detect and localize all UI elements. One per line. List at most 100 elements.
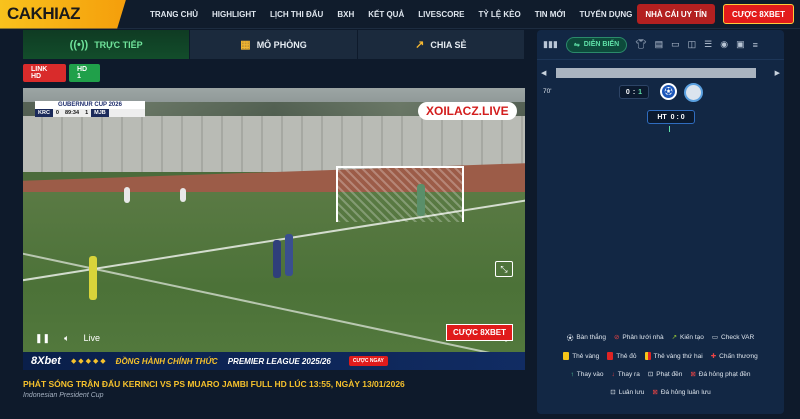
table-icon[interactable]: ▤ — [655, 39, 664, 50]
tab-chia-se[interactable]: ↗ CHIA SẺ — [357, 30, 525, 59]
tab-label: TRỰC TIẾP — [94, 39, 143, 50]
cuoc-8xbet-video-button[interactable]: CƯỢC 8XBET — [445, 324, 513, 341]
legend-label: Chấn thương — [719, 352, 758, 360]
tab-dien-bien[interactable]: ⇋ DIỄN BIẾN — [565, 36, 628, 53]
penalty-icon: ⊡ — [647, 371, 654, 378]
legend-var: ▭ Check VAR — [712, 332, 754, 342]
tab-mo-phong[interactable]: ▦ MÔ PHỎNG — [190, 30, 358, 59]
goal-net — [336, 166, 464, 222]
event-legend: ⚽︎ Bàn thắng ⊘ Phản lưới nhà ↗ Kiến tạo ▭ Ch… — [537, 332, 784, 406]
nav-bxh[interactable]: BXH — [337, 10, 354, 19]
legend-penalty: ⊡ Phạt đền — [647, 370, 683, 379]
legend-goal: ⚽︎ Bàn thắng — [566, 332, 606, 343]
halftime-score: HT 0 : 0 — [647, 110, 695, 124]
video-player[interactable]: GUBERNUR CUP 2026 KRC 0 89:34 1 MJB XOIL… — [23, 88, 525, 370]
legend-injury: ✚ Chấn thương — [710, 352, 758, 361]
h2h-icon[interactable]: ◫ — [688, 39, 697, 50]
tab-label: DIỄN BIẾN — [583, 41, 620, 48]
var-icon: ▭ — [711, 334, 719, 341]
timeline-scrollbar[interactable] — [556, 68, 757, 78]
nav-tin-moi[interactable]: TIN MỚI — [535, 10, 566, 19]
list-icon[interactable]: ≡ — [753, 40, 758, 50]
tab-label: MÔ PHỎNG — [256, 39, 307, 50]
pause-icon[interactable]: ❚❚ — [35, 333, 50, 344]
volume-icon[interactable]: 🔈︎ — [64, 333, 69, 344]
source-selector: LINK HD HD 1 — [23, 64, 100, 82]
goalkeeper — [417, 184, 425, 216]
watermark: XOILACZ.LIVE — [418, 102, 517, 120]
legend-label: Kiến tạo — [680, 333, 704, 341]
video-wall — [23, 116, 525, 172]
legend-label: Thay vào — [576, 370, 604, 378]
live-home-score: 0 — [625, 88, 630, 96]
banner-league: PREMIER LEAGUE 2025/26 — [227, 356, 331, 366]
red-card-icon — [607, 352, 614, 360]
cuoc-8xbet-button[interactable]: CƯỢC 8XBET — [722, 4, 794, 24]
banner-cta[interactable]: CƯỢC NGAY — [348, 356, 388, 366]
live-away-score: 1 — [638, 88, 643, 96]
legend-sub-out: ↓ Thay ra — [612, 370, 640, 378]
sub-out-icon: ↓ — [611, 370, 615, 378]
player — [273, 240, 281, 278]
nav-lich-thi-dau[interactable]: LỊCH THI ĐẤU — [270, 10, 323, 19]
legend-own-goal: ⊘ Phản lưới nhà — [614, 332, 664, 342]
tab-truc-tiep[interactable]: ((•)) TRỰC TIẾP — [23, 30, 191, 59]
team-logo — [684, 83, 703, 102]
timeline-scroller[interactable]: ◀ ▶ — [541, 66, 780, 80]
timeline-line — [669, 126, 670, 132]
missed-penalty-icon: ⊠ — [690, 371, 696, 378]
legend-label: Thẻ vàng thứ hai — [653, 352, 703, 360]
nha-cai-uy-tin-button[interactable]: NHÀ CÁI UY TÍN — [637, 4, 715, 24]
legend-label: Thẻ đỏ — [616, 352, 637, 360]
nav-ty-le-keo[interactable]: TỶ LỆ KÈO — [478, 10, 520, 19]
match-events-panel: ▮▮▮ ⇋ DIỄN BIẾN 👕︎ ▤ ▭ ◫ ☰ ◉ ▣ ≡ ◀ ▶ 70' … — [537, 30, 784, 414]
match-clock: 89:34 — [64, 110, 80, 116]
legend-label: Thay ra — [617, 370, 640, 378]
nav-trang-chu[interactable]: TRANG CHỦ — [150, 10, 198, 19]
own-goal-icon: ⊘ — [613, 334, 620, 341]
legend-label: Bàn thắng — [576, 333, 606, 341]
player — [124, 187, 130, 203]
expand-icon[interactable]: ▣ — [736, 39, 745, 50]
legend-label: Phản lưới nhà — [622, 333, 664, 341]
legend-label: Đá hỏng luân lưu — [660, 388, 711, 396]
logo-text: CAKHIAZ — [7, 4, 81, 23]
chat-icon[interactable]: ▭ — [671, 39, 680, 50]
legend-label: Check VAR — [721, 333, 755, 341]
hd1-button[interactable]: HD 1 — [69, 64, 100, 82]
nav-highlight[interactable]: HIGHLIGHT — [212, 10, 256, 19]
nav-tuyen-dung[interactable]: TUYỂN DỤNG — [580, 10, 633, 19]
live-score-sep: : — [632, 88, 636, 96]
link-hd-button[interactable]: LINK HD — [23, 64, 66, 82]
injury-icon: ✚ — [710, 353, 717, 360]
stats-icon[interactable]: ▮▮▮ — [543, 39, 558, 50]
sponsor-banner[interactable]: 8Xbet ◆ ◆ ◆ ◆ ◆ ĐỒNG HÀNH CHÍNH THỨC PRE… — [23, 352, 525, 370]
pip-icon[interactable]: ⤡ — [495, 261, 513, 277]
assist-icon: ↗ — [671, 334, 678, 341]
ht-score: 0 : 0 — [670, 113, 685, 121]
share-icon: ↗ — [415, 39, 425, 51]
legend-shootout: ⊡ Luân lưu — [610, 388, 644, 397]
scoreboard-overlay: GUBERNUR CUP 2026 KRC 0 89:34 1 MJB — [35, 101, 145, 117]
away-team-code: MJB — [91, 109, 109, 117]
yellow-card-icon — [563, 352, 570, 360]
legend-yellow-card: Thẻ vàng — [563, 352, 599, 360]
home-score: 0 — [55, 110, 59, 116]
nav-ket-qua[interactable]: KẾT QUẢ — [368, 10, 404, 19]
shootout-icon: ⊡ — [610, 389, 616, 396]
ball-icon: ⚽︎ — [566, 335, 574, 342]
live-icon: ((•)) — [69, 38, 89, 51]
lineup-icon[interactable]: 👕︎ — [635, 39, 646, 50]
banner-brand: 8Xbet — [31, 355, 61, 367]
stream-tabs: ((•)) TRỰC TIẾP ▦ MÔ PHỎNG ↗ CHIA SẺ — [23, 30, 525, 59]
scroll-right-icon[interactable]: ▶ — [775, 69, 780, 77]
goal-ball-icon: ⚽︎ — [660, 83, 677, 100]
legend-red-card: Thẻ đỏ — [607, 352, 637, 360]
scroll-left-icon[interactable]: ◀ — [541, 69, 546, 77]
pitch-icon: ▦ — [240, 39, 251, 51]
nav-livescore[interactable]: LIVESCORE — [418, 10, 464, 19]
legend-label: Phạt đền — [656, 370, 683, 378]
site-logo[interactable]: CAKHIAZ — [0, 0, 126, 29]
live-audio-icon[interactable]: ◉ — [720, 39, 728, 50]
odds-icon[interactable]: ☰ — [704, 39, 712, 50]
